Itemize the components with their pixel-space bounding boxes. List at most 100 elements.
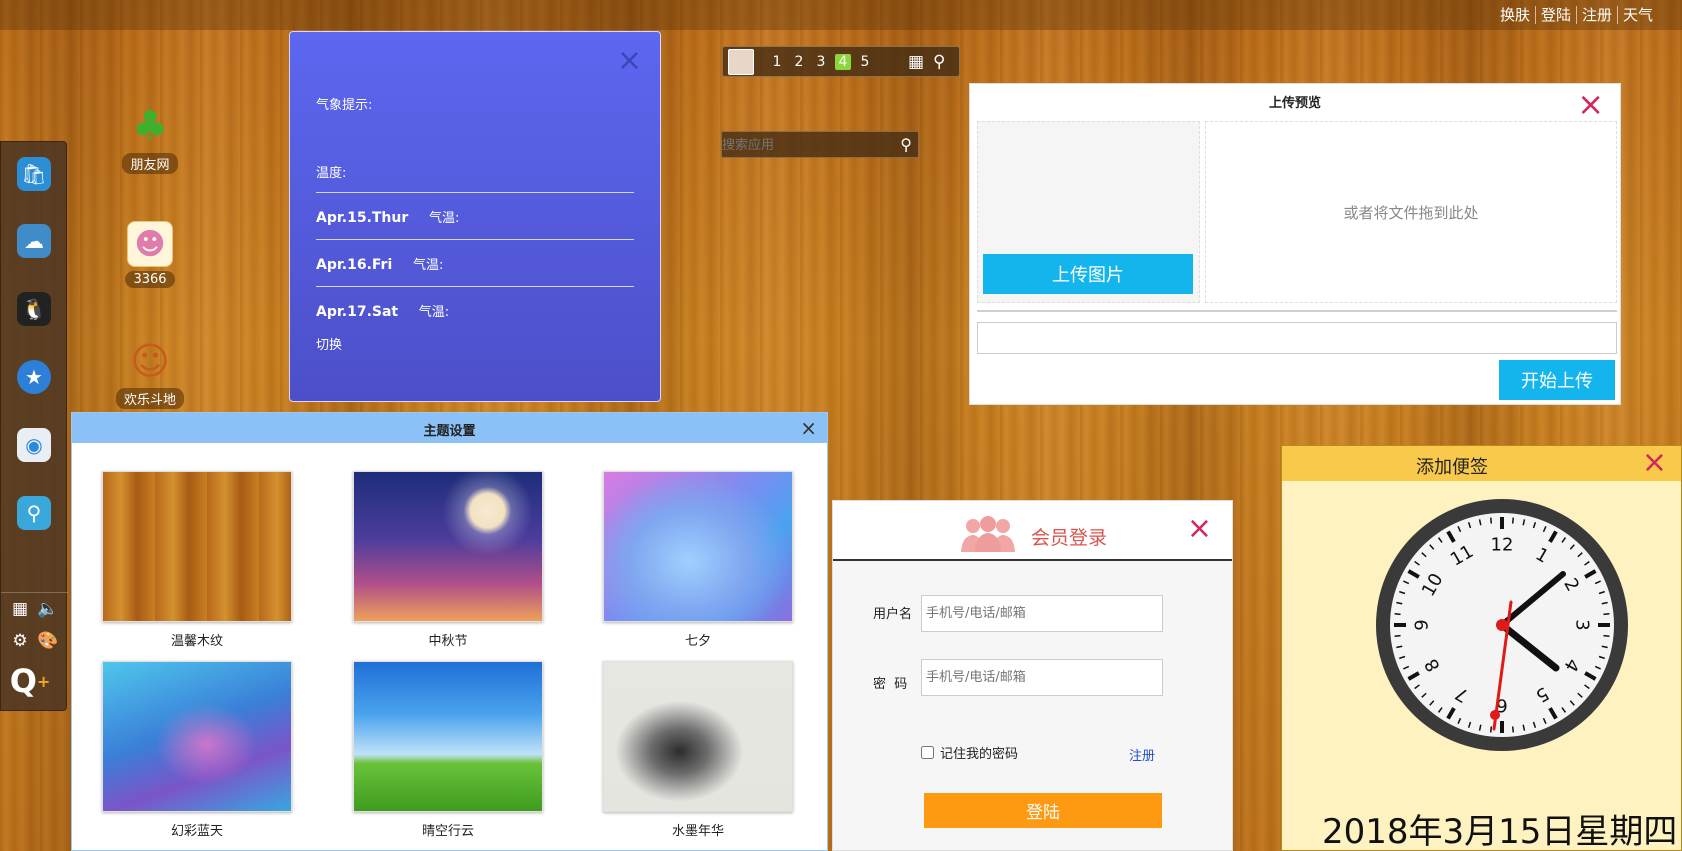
clock-tick bbox=[1489, 726, 1493, 733]
app-search-box: ⚲ bbox=[721, 131, 919, 158]
grid-icon[interactable]: ▦ bbox=[908, 52, 924, 72]
upload-file-field[interactable] bbox=[977, 322, 1617, 354]
weather-panel: × 气象提示: 温度: Apr.15.Thur 气温: Apr.16.Fri 气… bbox=[289, 31, 661, 402]
menu-login[interactable]: 登陆 bbox=[1536, 6, 1577, 24]
clock-tick bbox=[1511, 726, 1515, 733]
login-title: 会员登录 bbox=[1031, 527, 1108, 549]
page-3-button[interactable]: 3 bbox=[813, 54, 829, 70]
avatar[interactable] bbox=[728, 49, 754, 75]
theme-header: 主题设置 × bbox=[72, 413, 827, 443]
theme-thumbnail bbox=[102, 661, 292, 812]
weather-switch-link[interactable]: 切换 bbox=[316, 334, 634, 353]
theme-item-bluesky[interactable]: 幻彩蓝天 bbox=[102, 661, 292, 839]
page-1-button[interactable]: 1 bbox=[769, 54, 785, 70]
layout-icon[interactable]: ▦ bbox=[9, 598, 31, 620]
theme-caption: 七夕 bbox=[684, 634, 711, 649]
theme-thumbnail bbox=[353, 661, 543, 812]
doudizhu-icon: ☺ bbox=[130, 339, 170, 383]
theme-caption: 中秋节 bbox=[428, 634, 468, 649]
theme-thumbnail bbox=[603, 661, 793, 812]
login-close-icon[interactable]: × bbox=[1187, 514, 1212, 544]
weather-day-date: Apr.15.Thur bbox=[316, 210, 409, 226]
theme-item-clearsky[interactable]: 晴空行云 bbox=[353, 661, 543, 839]
menu-skin[interactable]: 换肤 bbox=[1495, 6, 1536, 24]
upload-close-icon[interactable]: × bbox=[1577, 88, 1604, 120]
menu-register[interactable]: 注册 bbox=[1577, 6, 1618, 24]
clock-second-counterweight bbox=[1490, 710, 1500, 720]
weather-day: Apr.15.Thur 气温: bbox=[316, 207, 634, 226]
users-icon bbox=[961, 516, 1015, 552]
clock-number: 3 bbox=[1572, 619, 1593, 630]
search-app-icon[interactable]: ⚲ bbox=[17, 496, 51, 530]
theme-item-qixi[interactable]: 七夕 bbox=[603, 471, 793, 649]
shopping-bag-icon[interactable]: 🛍 bbox=[17, 157, 51, 191]
top-bar bbox=[0, 0, 1682, 30]
upload-title: 上传预览 bbox=[1268, 96, 1321, 111]
upload-image-button[interactable]: 上传图片 bbox=[983, 254, 1193, 294]
menu-weather[interactable]: 天气 bbox=[1618, 6, 1658, 24]
divider bbox=[316, 286, 634, 287]
theme-close-icon[interactable]: × bbox=[800, 416, 817, 440]
weather-close-icon[interactable]: × bbox=[617, 46, 642, 76]
note-date: 2018年3月15日星期四 bbox=[1322, 812, 1678, 851]
weather-day-temp: 气温: bbox=[428, 211, 460, 226]
upload-preview-window: 上传预览 × 上传图片 或者将文件拖到此处 开始上传 bbox=[969, 83, 1621, 405]
search-icon[interactable]: ⚲ bbox=[900, 135, 912, 154]
desktop-icon-doudizhu[interactable]: ☺ 欢乐斗地 bbox=[100, 338, 200, 409]
volume-icon[interactable]: 🔈 bbox=[37, 598, 59, 620]
clock-number: 12 bbox=[1491, 535, 1514, 556]
weather-hint: 气象提示: bbox=[316, 98, 373, 113]
desktop-icon-label: 朋友网 bbox=[122, 153, 178, 174]
theme-item-wood[interactable]: 温馨木纹 bbox=[102, 471, 292, 649]
theme-settings-window: 主题设置 × 温馨木纹 中秋节 七夕 幻彩蓝天 晴空行云 水墨年华 bbox=[71, 412, 828, 851]
clock-tick bbox=[1603, 634, 1610, 638]
weather-temp: 温度: bbox=[316, 166, 347, 181]
start-upload-button[interactable]: 开始上传 bbox=[1499, 360, 1615, 400]
member-login-window: 会员登录 × 用户名 密 码 记住我的密码 注册 登陆 bbox=[832, 500, 1233, 851]
theme-item-inkwash[interactable]: 水墨年华 bbox=[603, 661, 793, 839]
password-label: 密 码 bbox=[873, 677, 908, 692]
divider bbox=[316, 192, 634, 193]
left-dock: 🛍 ☁ 🐧 ★ ◉ ⚲ ▦ 🔈 ⚙ 🎨 Q + bbox=[0, 141, 68, 711]
theme-thumbnail bbox=[603, 471, 793, 622]
cloud-drive-icon[interactable]: ☁ bbox=[17, 224, 51, 258]
browser-icon[interactable]: ◉ bbox=[17, 428, 51, 462]
theme-thumbnail bbox=[102, 471, 292, 622]
login-button[interactable]: 登陆 bbox=[924, 793, 1162, 828]
desktop-icon-pengyou[interactable]: ♣ 朋友网 bbox=[100, 103, 200, 174]
username-input[interactable] bbox=[921, 595, 1163, 632]
clock-tick bbox=[1603, 612, 1610, 616]
note-close-icon[interactable]: × bbox=[1642, 446, 1667, 480]
login-header: 会员登录 × bbox=[833, 501, 1232, 561]
remember-checkbox[interactable] bbox=[921, 746, 934, 759]
password-input[interactable] bbox=[921, 659, 1163, 696]
settings-icon[interactable]: ⚙ bbox=[9, 630, 31, 652]
sticky-note-window: 添加便签 × 12 1 2 3 4 5 6 7 8 9 10 11 2018年3月15日星期四 bbox=[1281, 445, 1682, 851]
page-5-button[interactable]: 5 bbox=[857, 54, 873, 70]
theme-item-midautumn[interactable]: 中秋节 bbox=[353, 471, 543, 649]
theme-caption: 水墨年华 bbox=[671, 824, 724, 839]
clock-tick bbox=[1489, 517, 1493, 524]
desktop-icon-3366[interactable]: ☻ 3366 bbox=[100, 221, 200, 288]
drop-zone[interactable]: 或者将文件拖到此处 bbox=[1205, 121, 1617, 303]
game-3366-icon: ☻ bbox=[127, 221, 173, 267]
register-link[interactable]: 注册 bbox=[1129, 745, 1155, 764]
star-game-icon[interactable]: ★ bbox=[17, 360, 51, 394]
palette-icon[interactable]: 🎨 bbox=[37, 630, 59, 652]
page-4-button[interactable]: 4 bbox=[835, 54, 851, 70]
desktop-icon-label: 欢乐斗地 bbox=[115, 388, 184, 409]
remember-label: 记住我的密码 bbox=[940, 747, 1019, 762]
app-search-input[interactable] bbox=[722, 135, 882, 155]
remember-password[interactable]: 记住我的密码 bbox=[921, 743, 1018, 762]
desktop-icon-label: 3366 bbox=[125, 271, 175, 288]
dock-divider bbox=[1, 592, 68, 593]
qq-penguin-icon[interactable]: 🐧 bbox=[17, 292, 51, 326]
search-icon[interactable]: ⚲ bbox=[933, 52, 945, 72]
top-menu: 换肤 登陆 注册 天气 bbox=[1495, 6, 1658, 24]
page-switch-bar: 1 2 3 4 5 ▦ ⚲ bbox=[722, 46, 960, 77]
page-2-button[interactable]: 2 bbox=[791, 54, 807, 70]
note-title: 添加便签 bbox=[1416, 457, 1488, 478]
qq-logo-icon[interactable]: Q + bbox=[10, 662, 51, 700]
weather-day-date: Apr.16.Fri bbox=[316, 257, 393, 273]
clock-tick bbox=[1511, 517, 1515, 524]
